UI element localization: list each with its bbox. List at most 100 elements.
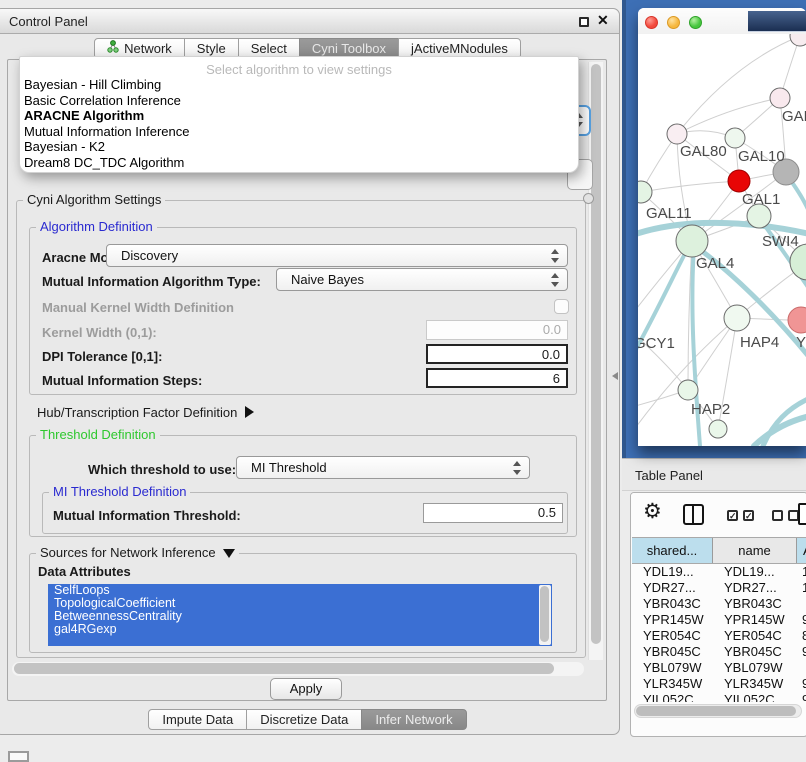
which-threshold-label: Which threshold to use: [88, 462, 236, 477]
kernel-width-field[interactable]: 0.0 [426, 320, 568, 340]
column-header-name[interactable]: name [713, 538, 797, 563]
algorithm-option-dream8-dc-tdc-algorithm[interactable]: Dream8 DC_TDC Algorithm [20, 155, 578, 171]
expand-right-icon[interactable] [245, 406, 254, 418]
network-node[interactable] [709, 420, 727, 438]
algorithm-option-bayesian-k2[interactable]: Bayesian - K2 [20, 139, 578, 155]
cyni-algorithm-settings-legend: Cyni Algorithm Settings [23, 192, 165, 207]
sources-legend-label: Sources for Network Inference [40, 545, 216, 560]
list-vertical-scrollbar[interactable] [539, 585, 551, 645]
bottom-tab-impute-data[interactable]: Impute Data [148, 709, 247, 730]
table-row[interactable]: YBR043CYBR043C [632, 596, 806, 612]
table-cell: YBL079W [632, 660, 713, 676]
network-node-gal[interactable] [770, 88, 790, 108]
algorithm-option-bayesian-hill-climbing[interactable]: Bayesian - Hill Climbing [20, 77, 578, 93]
network-node-gal10[interactable] [725, 128, 745, 148]
manual-kernel-checkbox[interactable] [554, 299, 569, 314]
table-body: YDL19...YDL19...13YDR27...YDR27...12YBR0… [632, 564, 806, 702]
table-row[interactable]: YBL079WYBL079W [632, 660, 806, 676]
algorithm-option-aracne-algorithm[interactable]: ARACNE Algorithm [20, 108, 578, 124]
horizontal-scrollbar-thumb[interactable] [14, 663, 554, 674]
table-row[interactable]: YDL19...YDL19...13 [632, 564, 806, 580]
data-attributes-list[interactable]: SelfLoopsTopologicalCoefficientBetweenne… [48, 584, 552, 646]
radio-partial[interactable] [583, 193, 594, 204]
control-panel-title: Control Panel [9, 14, 88, 29]
network-canvas[interactable]: GALGAL80GAL10GAL1GAL11SWI4GAL4GCY1HAP4YH… [638, 34, 806, 446]
column-header-a[interactable]: A [797, 538, 806, 563]
aracne-mode-select[interactable]: Discovery [106, 244, 568, 267]
algorithm-option-basic-correlation-inference[interactable]: Basic Correlation Inference [20, 93, 578, 109]
algorithm-option-mutual-information-inference[interactable]: Mutual Information Inference [20, 124, 578, 140]
control-panel-window: Control Panel ✕ NetworkStyleSelectCyni T… [0, 8, 620, 735]
algorithm-popup-list: Bayesian - Hill ClimbingBasic Correlatio… [20, 77, 578, 170]
table-cell: YDL19... [632, 564, 713, 580]
sources-legend[interactable]: Sources for Network Inference [36, 545, 239, 560]
network-node-hap2[interactable] [678, 380, 698, 400]
table-row[interactable]: YLR345WYLR345W9. [632, 676, 806, 692]
which-threshold-select[interactable]: MI Threshold [236, 456, 530, 479]
mi-threshold-label: Mutual Information Threshold: [53, 508, 241, 523]
vertical-scrollbar-thumb[interactable] [591, 64, 601, 644]
network-node-gal4[interactable] [676, 225, 708, 257]
hub-definition-expander[interactable]: Hub/Transcription Factor Definition [37, 405, 254, 420]
table-horizontal-scrollbar[interactable] [634, 704, 802, 718]
select-all-checkbox-icon[interactable]: ✓ [727, 510, 738, 521]
new-table-icon[interactable] [798, 503, 806, 525]
panel-restore-icon[interactable] [8, 751, 29, 762]
network-node-gal80[interactable] [667, 124, 687, 144]
float-window-icon[interactable] [579, 17, 589, 27]
gear-icon[interactable]: ⚙ [643, 499, 662, 524]
mi-type-label: Mutual Information Algorithm Type: [42, 274, 261, 289]
threshold-definition-group: Threshold Definition Which threshold to … [29, 435, 577, 537]
mi-threshold-field[interactable]: 0.5 [423, 503, 563, 523]
manual-kernel-label: Manual Kernel Width Definition [42, 300, 234, 315]
settings-horizontal-scrollbar[interactable] [12, 662, 584, 676]
zoom-traffic-light-icon[interactable] [689, 16, 702, 29]
table-scrollbar-thumb[interactable] [636, 706, 796, 716]
network-node[interactable] [790, 34, 806, 46]
table-cell: YBR045C [713, 644, 797, 660]
table-cell: YDR27... [632, 580, 713, 596]
table-cell: YIL052C [632, 692, 713, 702]
table-panel-titlebar: Table Panel [622, 458, 806, 491]
table-cell: YBR043C [632, 596, 713, 612]
table-browser-window: ⚙ ✓ ✓ shared...nameA YDL19...YDL19...13Y… [630, 492, 806, 737]
attribute-item-betweennesscentrality[interactable]: BetweennessCentrality [48, 610, 552, 623]
spinner-arrows-icon [513, 460, 522, 476]
mi-algorithm-type-select[interactable]: Naive Bayes [276, 268, 568, 291]
column-header-shared[interactable]: shared... [632, 538, 713, 563]
table-row[interactable]: YBR045CYBR045C9. [632, 644, 806, 660]
split-columns-icon[interactable] [683, 504, 704, 525]
node-label-hap4: HAP4 [740, 334, 779, 351]
table-row[interactable]: YER054CYER054C8. [632, 628, 806, 644]
sources-group: Sources for Network Inference Data Attri… [29, 553, 577, 653]
close-icon[interactable]: ✕ [597, 12, 609, 29]
collapse-down-icon[interactable] [223, 549, 235, 558]
table-row[interactable]: YPR145WYPR145W9. [632, 612, 806, 628]
list-scrollbar-thumb[interactable] [540, 586, 549, 642]
network-node-gal1[interactable] [728, 170, 750, 192]
network-node-hap4[interactable] [724, 305, 750, 331]
table-row[interactable]: YIL052CYIL052C9 [632, 692, 806, 702]
table-cell: 9. [797, 612, 806, 628]
table-cell: YER054C [713, 628, 797, 644]
minimize-traffic-light-icon[interactable] [667, 16, 680, 29]
select-all-checkbox-icon[interactable]: ✓ [743, 510, 754, 521]
settings-vertical-scrollbar[interactable] [588, 62, 603, 660]
deselect-checkbox-icon[interactable] [772, 510, 783, 521]
node-label-gal: GAL [782, 108, 806, 125]
table-row[interactable]: YDR27...YDR27...12 [632, 580, 806, 596]
close-traffic-light-icon[interactable] [645, 16, 658, 29]
mi-steps-field[interactable]: 6 [426, 368, 568, 388]
apply-button[interactable]: Apply [270, 678, 342, 700]
split-pane-arrow-icon[interactable] [612, 372, 618, 380]
kernel-width-label: Kernel Width (0,1): [42, 325, 157, 340]
bottom-tab-discretize-data[interactable]: Discretize Data [246, 709, 362, 730]
table-cell: 13 [797, 564, 806, 580]
bottom-tab-infer-network[interactable]: Infer Network [361, 709, 466, 730]
dpi-tolerance-field[interactable]: 0.0 [426, 344, 568, 364]
table-cell: YBR045C [632, 644, 713, 660]
network-node-y[interactable] [788, 307, 806, 333]
attribute-item-gal4rgexp[interactable]: gal4RGexp [48, 623, 552, 636]
table-cell: 9. [797, 676, 806, 692]
dpi-tolerance-label: DPI Tolerance [0,1]: [42, 349, 162, 364]
